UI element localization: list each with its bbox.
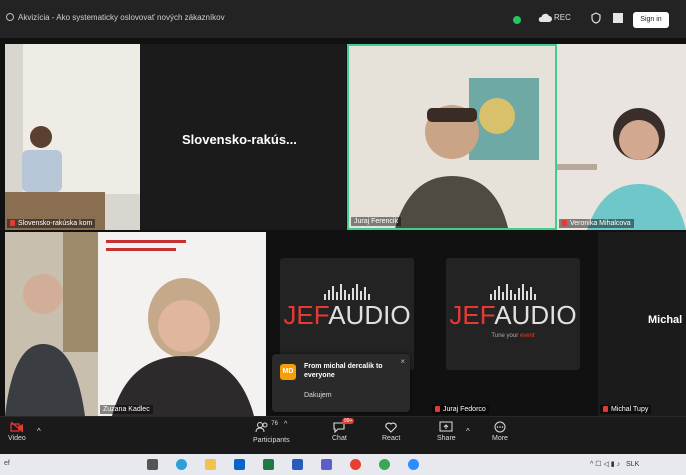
participant-name: Michal Tupy (600, 405, 652, 414)
video-options-chevron[interactable]: ^ (37, 427, 41, 436)
video-tile-zuzana-kadlec[interactable]: Zuzana Kadlec (98, 232, 266, 416)
mic-muted-icon (603, 406, 608, 412)
chrome-icon-2[interactable] (379, 459, 390, 470)
participant-name: Juraj Ferencik (351, 217, 401, 226)
video-tile-jefaudio-2[interactable]: JEFAUDIO Tune your event Juraj Fedorco (432, 232, 598, 416)
video-gallery: Slovensko-rakúska kom Slovensko-rakús...… (0, 38, 686, 416)
video-tile-participant-young-man[interactable] (5, 232, 98, 416)
sign-in-button[interactable]: Sign in (633, 12, 669, 28)
mic-muted-icon (435, 406, 440, 412)
chevron-up-icon: ^ (466, 427, 470, 436)
participant-name: Juraj Fedorco (432, 405, 489, 414)
chat-sender: From michal dercalik to everyone (304, 363, 383, 379)
shield-icon[interactable] (590, 12, 602, 24)
participant-name: Zuzana Kadlec (100, 405, 153, 414)
chat-button[interactable]: Chat 99+ (332, 418, 355, 442)
chat-notification[interactable]: MD From michal dercalik to everyone Daku… (272, 354, 410, 412)
share-options-chevron[interactable]: ^ (466, 427, 470, 436)
participant-banner-name: Slovensko-rakús... (182, 132, 297, 147)
video-tile-veronika[interactable]: Veronika Mihalcova (557, 44, 686, 230)
chat-message: Dakujem (304, 392, 332, 399)
participant-banner-name: Michal (648, 314, 683, 326)
participants-icon (255, 422, 268, 433)
task-view-icon[interactable] (147, 459, 158, 470)
meeting-title: Akvizícia - Ako systematicky oslovovať n… (6, 13, 225, 22)
teams-icon[interactable] (321, 459, 332, 470)
participant-video (5, 232, 98, 416)
zoom-icon[interactable] (408, 459, 419, 470)
tray-icons: ^ ☐ ◁ ▮ ♪ (590, 461, 621, 468)
rec-label: REC (554, 13, 571, 22)
sound-bars-icon (446, 282, 580, 300)
share-button[interactable]: Share (437, 421, 456, 442)
video-button[interactable]: Video (8, 421, 26, 442)
participant-video (349, 46, 555, 228)
system-tray[interactable]: ^ ☐ ◁ ▮ ♪ SLK (590, 460, 639, 468)
language-indicator: SLK (626, 461, 640, 468)
chevron-up-icon: ^ (37, 427, 41, 436)
excel-icon[interactable] (263, 459, 274, 470)
taskbar-left-text: ef (4, 460, 10, 467)
participant-name: Veronika Mihalcova (559, 219, 634, 228)
chevron-up-icon: ^ (283, 421, 288, 428)
video-tile-juraj-ferencik[interactable]: Juraj Ferencik (347, 44, 557, 230)
word-icon[interactable] (292, 459, 303, 470)
outlook-icon[interactable] (234, 459, 245, 470)
meeting-toolbar: Video ^ 76 ^ Participants Chat 99+ React… (0, 416, 686, 455)
status-dot-icon (513, 16, 521, 24)
jefaudio-logo: JEFAUDIO (280, 282, 414, 331)
participants-button[interactable]: 76 ^ Participants (253, 421, 290, 444)
avatar: MD (280, 364, 296, 380)
edge-icon[interactable] (176, 459, 187, 470)
participant-video (98, 232, 266, 416)
os-taskbar: ef ^ ☐ ◁ ▮ ♪ SLK (0, 454, 686, 475)
jefaudio-logo: JEFAUDIO Tune your event (446, 282, 580, 339)
chat-badge: 99+ (342, 418, 355, 424)
jefaudio-tagline: Tune your event (491, 333, 535, 339)
info-icon[interactable] (6, 13, 14, 21)
participant-name: Slovensko-rakúska kom (7, 219, 96, 228)
close-icon[interactable]: × (400, 357, 405, 366)
more-button[interactable]: More (492, 421, 508, 442)
share-screen-icon (439, 421, 453, 432)
speaker-video (5, 44, 140, 230)
participant-video (557, 44, 686, 230)
heart-icon (385, 422, 397, 433)
view-grid-icon[interactable] (612, 12, 624, 24)
video-tile-michal[interactable]: Michal Michal Tupy (598, 232, 686, 416)
participants-count: 76 (271, 421, 278, 427)
mic-muted-icon (10, 220, 15, 226)
window-titlebar: Akvizícia - Ako systematicky oslovovať n… (0, 0, 686, 39)
cloud-icon (538, 13, 552, 22)
mic-muted-icon (562, 220, 567, 226)
video-tile-slovensko-banner[interactable]: Slovensko-rakús... (140, 44, 346, 230)
more-icon (494, 421, 506, 433)
video-camera-off-icon (10, 421, 24, 433)
file-explorer-icon[interactable] (205, 459, 216, 470)
react-button[interactable]: React (382, 421, 400, 442)
jefaudio-logo-panel: JEFAUDIO Tune your event (446, 258, 580, 370)
video-tile-slovensko-rakuska[interactable]: Slovensko-rakúska kom (5, 44, 140, 230)
chrome-icon[interactable] (350, 459, 361, 470)
sound-bars-icon (280, 282, 414, 300)
